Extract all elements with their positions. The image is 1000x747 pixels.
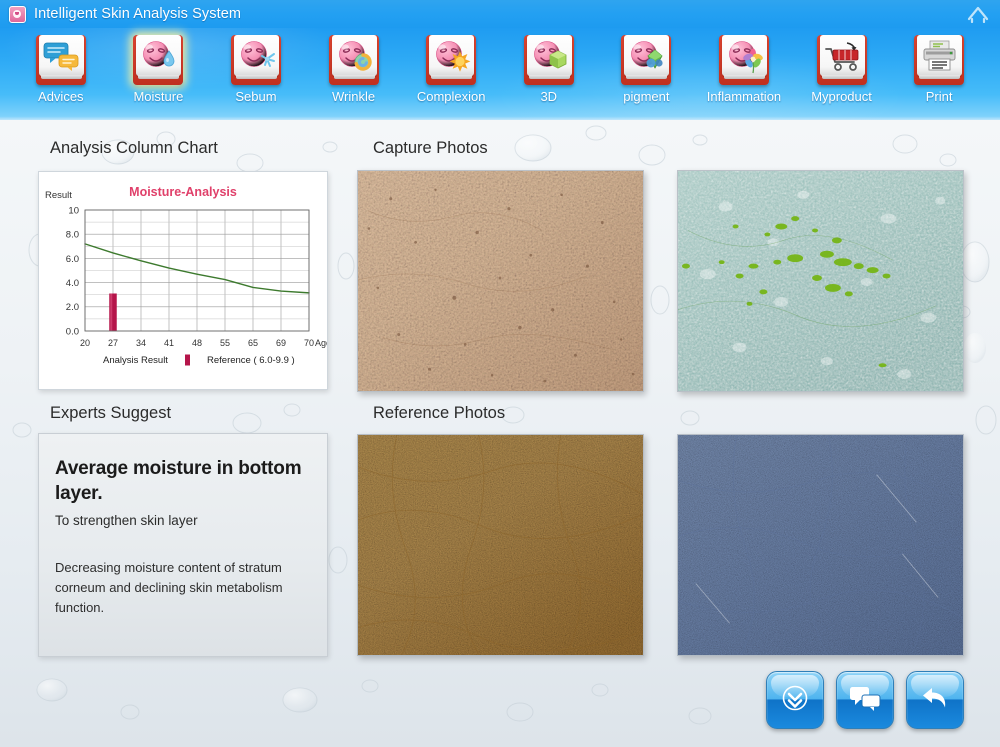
toolbar-item-advices[interactable]: Advices (12, 28, 110, 120)
main-toolbar: Advices Moisture Sebum Wrinkle Complexio… (0, 28, 1000, 120)
svg-text:34: 34 (136, 338, 146, 348)
svg-text:69: 69 (276, 338, 286, 348)
svg-text:2.0: 2.0 (66, 302, 79, 313)
svg-text:55: 55 (220, 338, 230, 348)
experts-heading: Average moisture in bottom layer. (55, 458, 302, 505)
speech-bubbles-icon (849, 684, 881, 717)
svg-text:Reference ( 6.0-9.9 ): Reference ( 6.0-9.9 ) (207, 355, 295, 366)
face-splash-book-icon-glyph (234, 35, 279, 76)
reference-photo-golden[interactable] (357, 434, 644, 656)
home-icon[interactable] (964, 3, 992, 25)
printer-book-icon (914, 35, 965, 85)
svg-text:6.0: 6.0 (66, 254, 79, 265)
toolbar-item-label: Print (925, 89, 953, 104)
face-swirl-book-icon-glyph (332, 35, 377, 76)
svg-text:48: 48 (192, 338, 202, 348)
toolbar-item-pigment[interactable]: pigment (598, 28, 696, 120)
svg-text:0.0: 0.0 (66, 326, 79, 337)
golden-skin-texture (358, 435, 643, 655)
section-title-capture-photos: Capture Photos (373, 139, 488, 157)
svg-text:4.0: 4.0 (66, 278, 79, 289)
blue-skin-texture (678, 435, 963, 655)
chart-canvas: Moisture-Analysis Result 0.0 2.0 4.0 6.0 8.0 10… (45, 185, 327, 366)
face-swirl-book-icon (328, 35, 379, 85)
svg-text:8.0: 8.0 (66, 230, 79, 241)
reference-photo-blue[interactable] (677, 434, 964, 656)
toolbar-item-label: 3D (540, 89, 558, 104)
capture-photo-skin-uv[interactable] (677, 170, 964, 392)
skin-uv-texture (678, 171, 963, 391)
section-title-experts-suggest: Experts Suggest (50, 404, 172, 422)
face-droplet-book-icon-glyph (136, 35, 181, 76)
svg-text:Result: Result (45, 190, 72, 201)
toolbar-item-label: Myproduct (811, 89, 872, 104)
svg-text:Analysis Result: Analysis Result (103, 355, 168, 366)
analysis-column-chart: Moisture-Analysis Result 0.0 2.0 4.0 6.0 8.0 10… (38, 171, 328, 390)
home-glyph (967, 6, 989, 23)
face-cube-book-icon (523, 35, 574, 85)
face-cube-book-icon-glyph (527, 35, 572, 76)
svg-text:10: 10 (68, 205, 79, 216)
app-logo-icon (9, 5, 26, 23)
skin-normal-texture (358, 171, 643, 391)
title-bar: Intelligent Skin Analysis System (0, 0, 1000, 28)
toolbar-items: Advices Moisture Sebum Wrinkle Complexio… (0, 28, 1000, 120)
experts-subheading: To strengthen skin layer (55, 513, 198, 529)
face-gem-book-icon (621, 35, 672, 85)
svg-text:Moisture-Analysis: Moisture-Analysis (129, 185, 237, 199)
toolbar-item-sebum[interactable]: Sebum (207, 28, 305, 120)
toolbar-item-inflammation[interactable]: Inflammation (695, 28, 793, 120)
back-arrow-icon (919, 683, 951, 718)
toolbar-item-label: Moisture (133, 89, 184, 104)
svg-text:41: 41 (164, 338, 174, 348)
face-flower-book-icon-glyph (722, 35, 767, 76)
toolbar-item-moisture[interactable]: Moisture (110, 28, 208, 120)
section-title-reference-photos: Reference Photos (373, 404, 506, 422)
face-flower-book-icon (718, 35, 769, 85)
toolbar-item-print[interactable]: Print (890, 28, 988, 120)
experts-body: Decreasing moisture content of stratum c… (55, 560, 283, 616)
face-sun-book-icon (426, 35, 477, 85)
download-button[interactable] (766, 671, 824, 729)
double-chevron-down-circle-icon (780, 683, 810, 718)
app-title: Intelligent Skin Analysis System (34, 6, 242, 22)
face-sun-book-icon-glyph (429, 35, 474, 76)
face-droplet-book-icon (133, 35, 184, 85)
experts-suggest-card: Average moisture in bottom layer. To str… (38, 433, 328, 657)
section-title-analysis-chart: Analysis Column Chart (50, 139, 218, 157)
face-gem-book-icon-glyph (624, 35, 669, 76)
back-button[interactable] (906, 671, 964, 729)
toolbar-item-label: pigment (623, 89, 670, 104)
svg-text:27: 27 (108, 338, 118, 348)
toolbar-item-3d[interactable]: 3D (500, 28, 598, 120)
toolbar-item-wrinkle[interactable]: Wrinkle (305, 28, 403, 120)
toolbar-item-myproduct[interactable]: Myproduct (793, 28, 891, 120)
svg-text:65: 65 (248, 338, 258, 348)
speech-bubbles-book-icon (35, 35, 86, 85)
shopping-cart-book-icon-glyph (820, 35, 865, 76)
speech-bubbles-book-icon-glyph (39, 35, 84, 76)
svg-text:Age: Age (315, 338, 327, 348)
toolbar-item-complexion[interactable]: Complexion (402, 28, 500, 120)
comment-button[interactable] (836, 671, 894, 729)
toolbar-item-label: Advices (38, 89, 84, 104)
shopping-cart-book-icon (816, 35, 867, 85)
printer-book-icon-glyph (917, 35, 962, 76)
svg-text:70: 70 (304, 338, 314, 348)
toolbar-item-label: Wrinkle (332, 89, 376, 104)
capture-photo-skin-normal[interactable] (357, 170, 644, 392)
toolbar-item-label: Sebum (235, 89, 277, 104)
toolbar-item-label: Inflammation (706, 89, 782, 104)
toolbar-item-label: Complexion (416, 89, 486, 104)
action-button-bar (766, 671, 964, 729)
face-splash-book-icon (230, 35, 281, 85)
svg-text:20: 20 (80, 338, 90, 348)
